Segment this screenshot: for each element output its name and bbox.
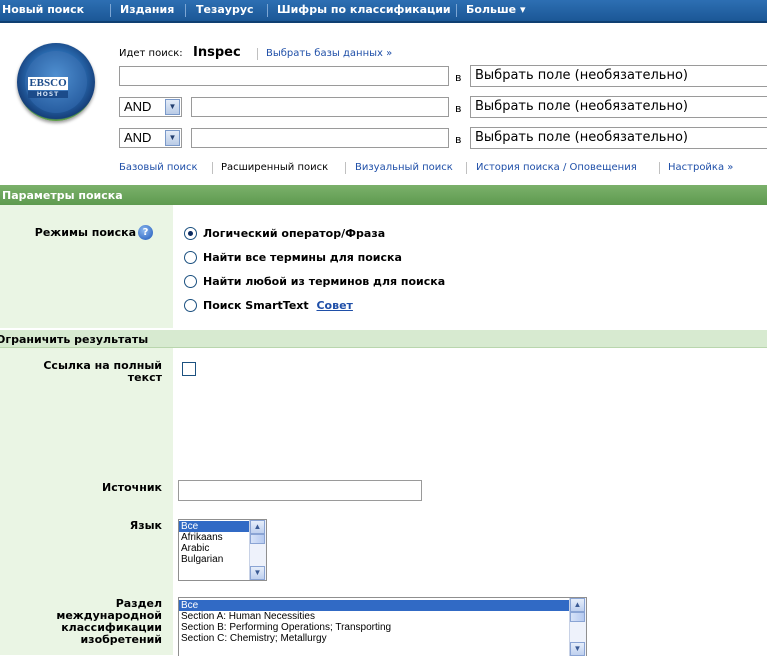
nav-separator [185,4,186,17]
nav-separator [456,4,457,17]
ipc-option[interactable]: Section B: Performing Operations; Transp… [179,622,586,633]
top-navigation: Новый поиск Издания Тезаурус Шифры по кл… [0,0,767,23]
settings-link[interactable]: Настройка » [668,162,733,173]
chevron-down-icon: ▼ [165,130,180,146]
separator [345,162,346,174]
mode-any-terms[interactable]: Найти любой из терминов для поиска [184,274,446,291]
mode-all-terms[interactable]: Найти все термины для поиска [184,250,402,267]
search-input-2[interactable] [191,97,449,117]
scroll-down-icon[interactable]: ▼ [250,566,265,580]
separator [212,162,213,174]
operator-value: AND [124,99,152,114]
scroll-up-icon[interactable]: ▲ [250,520,265,534]
ipc-section-label: Раздел международной классификации изобр… [56,597,162,646]
logo-brand-text: EBSCO [28,77,68,90]
ipc-option[interactable]: Section C: Chemistry; Metallurgy [179,633,586,644]
radio-icon [184,298,197,312]
ipc-section-listbox[interactable]: Все Section A: Human Necessities Section… [178,597,587,656]
source-label: Источник [102,481,162,494]
nav-new-search[interactable]: Новый поиск [2,3,84,16]
search-input-3[interactable] [191,128,449,148]
advanced-search-current: Расширенный поиск [221,162,329,173]
search-modes-label: Режимы поиска [34,226,136,239]
nav-more[interactable]: Больше ▾ [466,3,525,16]
chevron-down-icon: ▼ [165,99,180,115]
operator-select-3[interactable]: AND ▼ [119,128,182,148]
radio-icon [184,274,197,288]
nav-separator [110,4,111,17]
separator [257,48,258,60]
mode-smarttext[interactable]: Поиск SmartText Совет [184,298,353,315]
source-input[interactable] [178,480,422,501]
in-label: в [455,133,462,146]
language-listbox[interactable]: Все Afrikaans Arabic Bulgarian ▲ ▼ [178,519,267,581]
nav-classification-codes[interactable]: Шифры по классификации [277,3,451,16]
radio-icon [184,250,197,264]
choose-databases-link[interactable]: Выбрать базы данных » [266,48,392,59]
scroll-up-icon[interactable]: ▲ [570,598,585,612]
mode-label: Логический оператор/Фраза [203,227,386,240]
field-select-2[interactable]: Выбрать поле (необязательно) [470,96,767,118]
mode-label: Найти все термины для поиска [203,251,402,264]
ebsco-host-logo: EBSCO HOST [17,43,95,121]
visual-search-link[interactable]: Визуальный поиск [355,162,453,173]
fulltext-checkbox[interactable] [182,362,196,376]
field-select-1[interactable]: Выбрать поле (необязательно) [470,65,767,87]
help-icon[interactable]: ? [138,225,153,240]
nav-separator [267,4,268,17]
tip-link[interactable]: Совет [316,299,352,312]
search-input-1[interactable] [119,66,449,86]
searching-label: Идет поиск: [119,48,183,59]
database-name: Inspec [193,45,241,60]
search-history-link[interactable]: История поиска / Оповещения [476,162,637,173]
nav-thesaurus[interactable]: Тезаурус [196,3,254,16]
ipc-option[interactable]: Section A: Human Necessities [179,611,586,622]
ipc-scrollbar[interactable]: ▲ ▼ [569,598,586,656]
scroll-down-icon[interactable]: ▼ [570,642,585,656]
in-label: в [455,102,462,115]
scroll-thumb[interactable] [250,534,265,544]
scroll-thumb[interactable] [570,612,585,622]
nav-publications[interactable]: Издания [120,3,174,16]
field-select-3[interactable]: Выбрать поле (необязательно) [470,127,767,149]
in-label: в [455,71,462,84]
limit-results-header: Ограничить результаты [0,330,767,348]
language-label: Язык [129,519,162,532]
separator [659,162,660,174]
search-params-header: Параметры поиска [0,185,767,205]
params-label-column [0,205,173,328]
logo-sub-text: HOST [28,91,68,98]
mode-label: Найти любой из терминов для поиска [203,275,446,288]
ipc-option[interactable]: Все [179,600,586,611]
fulltext-label: Ссылка на полный текст [43,359,162,384]
radio-selected-icon [184,226,197,240]
basic-search-link[interactable]: Базовый поиск [119,162,198,173]
separator [466,162,467,174]
language-scrollbar[interactable]: ▲ ▼ [249,520,266,580]
mode-boolean-phrase[interactable]: Логический оператор/Фраза [184,226,386,243]
chevron-down-icon: ▾ [519,3,526,16]
operator-value: AND [124,130,152,145]
nav-more-label: Больше [466,3,517,16]
operator-select-2[interactable]: AND ▼ [119,97,182,117]
mode-label: Поиск SmartText [203,299,309,312]
